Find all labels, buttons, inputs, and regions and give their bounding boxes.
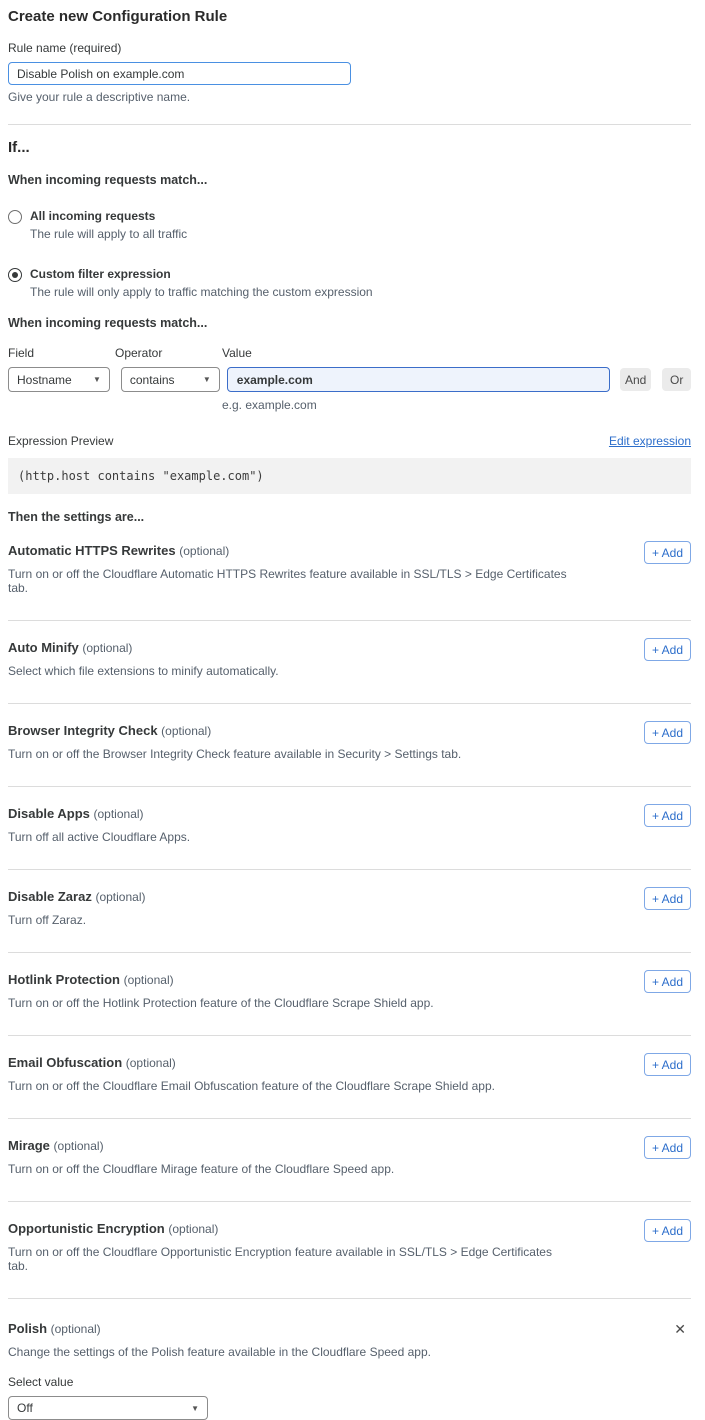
add-setting-button[interactable]: + Add	[644, 804, 691, 827]
setting-description: Turn on or off the Cloudflare Automatic …	[8, 567, 568, 595]
setting-optional-tag: (optional)	[126, 1056, 176, 1070]
rule-name-label: Rule name (required)	[8, 41, 691, 55]
edit-expression-link[interactable]: Edit expression	[609, 434, 691, 448]
setting-row: Mirage (optional) Turn on or off the Clo…	[8, 1119, 691, 1202]
setting-optional-tag: (optional)	[161, 724, 211, 738]
section-divider	[8, 124, 691, 125]
setting-description: Turn off all active Cloudflare Apps.	[8, 830, 190, 844]
field-select-value: Hostname	[17, 373, 72, 387]
setting-row: Browser Integrity Check (optional) Turn …	[8, 704, 691, 787]
page-title: Create new Configuration Rule	[8, 8, 691, 26]
then-settings-heading: Then the settings are...	[8, 510, 691, 524]
setting-row: Auto Minify (optional) Select which file…	[8, 621, 691, 704]
setting-name: Hotlink Protection	[8, 972, 120, 987]
setting-name: Polish	[8, 1321, 47, 1336]
and-button[interactable]: And	[620, 368, 652, 391]
setting-name: Automatic HTTPS Rewrites	[8, 543, 176, 558]
field-select[interactable]: Hostname ▼	[8, 367, 110, 392]
radio-description: The rule will apply to all traffic	[30, 227, 187, 241]
or-button[interactable]: Or	[662, 368, 691, 391]
operator-select-value: contains	[130, 373, 175, 387]
value-input[interactable]	[227, 367, 610, 392]
builder-heading: When incoming requests match...	[8, 316, 691, 330]
add-setting-button[interactable]: + Add	[644, 887, 691, 910]
setting-optional-tag: (optional)	[124, 973, 174, 987]
match-heading: When incoming requests match...	[8, 173, 691, 187]
setting-optional-tag: (optional)	[82, 641, 132, 655]
setting-description: Turn off Zaraz.	[8, 913, 145, 927]
setting-optional-tag: (optional)	[95, 890, 145, 904]
radio-option-custom-expression[interactable]: Custom filter expression The rule will o…	[8, 267, 691, 299]
configuration-rule-form: Create new Configuration Rule Rule name …	[0, 0, 705, 1420]
add-setting-button[interactable]: + Add	[644, 541, 691, 564]
setting-name: Email Obfuscation	[8, 1055, 122, 1070]
setting-row: Hotlink Protection (optional) Turn on or…	[8, 953, 691, 1036]
value-help: e.g. example.com	[222, 398, 691, 412]
radio-selected-icon[interactable]	[8, 268, 22, 282]
radio-option-all-requests[interactable]: All incoming requests The rule will appl…	[8, 209, 691, 241]
setting-description: Turn on or off the Cloudflare Mirage fea…	[8, 1162, 394, 1176]
setting-name: Auto Minify	[8, 640, 79, 655]
setting-name: Browser Integrity Check	[8, 723, 158, 738]
polish-value-select[interactable]: Off ▼	[8, 1396, 208, 1420]
add-setting-button[interactable]: + Add	[644, 638, 691, 661]
chevron-down-icon: ▼	[203, 375, 211, 384]
setting-name: Opportunistic Encryption	[8, 1221, 165, 1236]
setting-optional-tag: (optional)	[168, 1222, 218, 1236]
if-heading: If...	[8, 139, 691, 156]
operator-select[interactable]: contains ▼	[121, 367, 220, 392]
field-label: Field	[8, 346, 115, 360]
value-label: Value	[222, 346, 252, 360]
setting-name: Disable Zaraz	[8, 889, 92, 904]
setting-description: Change the settings of the Polish featur…	[8, 1345, 691, 1359]
rule-name-input[interactable]	[8, 62, 351, 85]
setting-row: Automatic HTTPS Rewrites (optional) Turn…	[8, 524, 691, 621]
close-icon[interactable]: ✕	[674, 1322, 686, 1336]
chevron-down-icon: ▼	[93, 375, 101, 384]
add-setting-button[interactable]: + Add	[644, 1219, 691, 1242]
rule-name-help: Give your rule a descriptive name.	[8, 90, 691, 104]
expression-preview-code: (http.host contains "example.com")	[8, 458, 691, 494]
expression-preview-label: Expression Preview	[8, 434, 113, 448]
setting-optional-tag: (optional)	[54, 1139, 104, 1153]
setting-row: Disable Zaraz (optional) Turn off Zaraz.…	[8, 870, 691, 953]
setting-description: Turn on or off the Hotlink Protection fe…	[8, 996, 434, 1010]
setting-description: Turn on or off the Cloudflare Opportunis…	[8, 1245, 568, 1273]
setting-optional-tag: (optional)	[51, 1322, 101, 1336]
setting-description: Select which file extensions to minify a…	[8, 664, 279, 678]
settings-list: Automatic HTTPS Rewrites (optional) Turn…	[8, 524, 691, 1299]
chevron-down-icon: ▼	[191, 1404, 199, 1413]
select-value-label: Select value	[8, 1375, 691, 1389]
add-setting-button[interactable]: + Add	[644, 721, 691, 744]
setting-row: Email Obfuscation (optional) Turn on or …	[8, 1036, 691, 1119]
setting-description: Turn on or off the Browser Integrity Che…	[8, 747, 461, 761]
radio-unselected-icon[interactable]	[8, 210, 22, 224]
add-setting-button[interactable]: + Add	[644, 1053, 691, 1076]
setting-name: Mirage	[8, 1138, 50, 1153]
setting-row-polish-expanded: Polish (optional) ✕ Change the settings …	[8, 1299, 691, 1420]
setting-row: Opportunistic Encryption (optional) Turn…	[8, 1202, 691, 1299]
setting-description: Turn on or off the Cloudflare Email Obfu…	[8, 1079, 495, 1093]
radio-label: All incoming requests	[30, 209, 187, 223]
setting-name: Disable Apps	[8, 806, 90, 821]
setting-row: Disable Apps (optional) Turn off all act…	[8, 787, 691, 870]
operator-label: Operator	[115, 346, 222, 360]
setting-optional-tag: (optional)	[179, 544, 229, 558]
setting-optional-tag: (optional)	[94, 807, 144, 821]
polish-select-value: Off	[17, 1401, 33, 1415]
add-setting-button[interactable]: + Add	[644, 970, 691, 993]
radio-label: Custom filter expression	[30, 267, 373, 281]
add-setting-button[interactable]: + Add	[644, 1136, 691, 1159]
radio-description: The rule will only apply to traffic matc…	[30, 285, 373, 299]
